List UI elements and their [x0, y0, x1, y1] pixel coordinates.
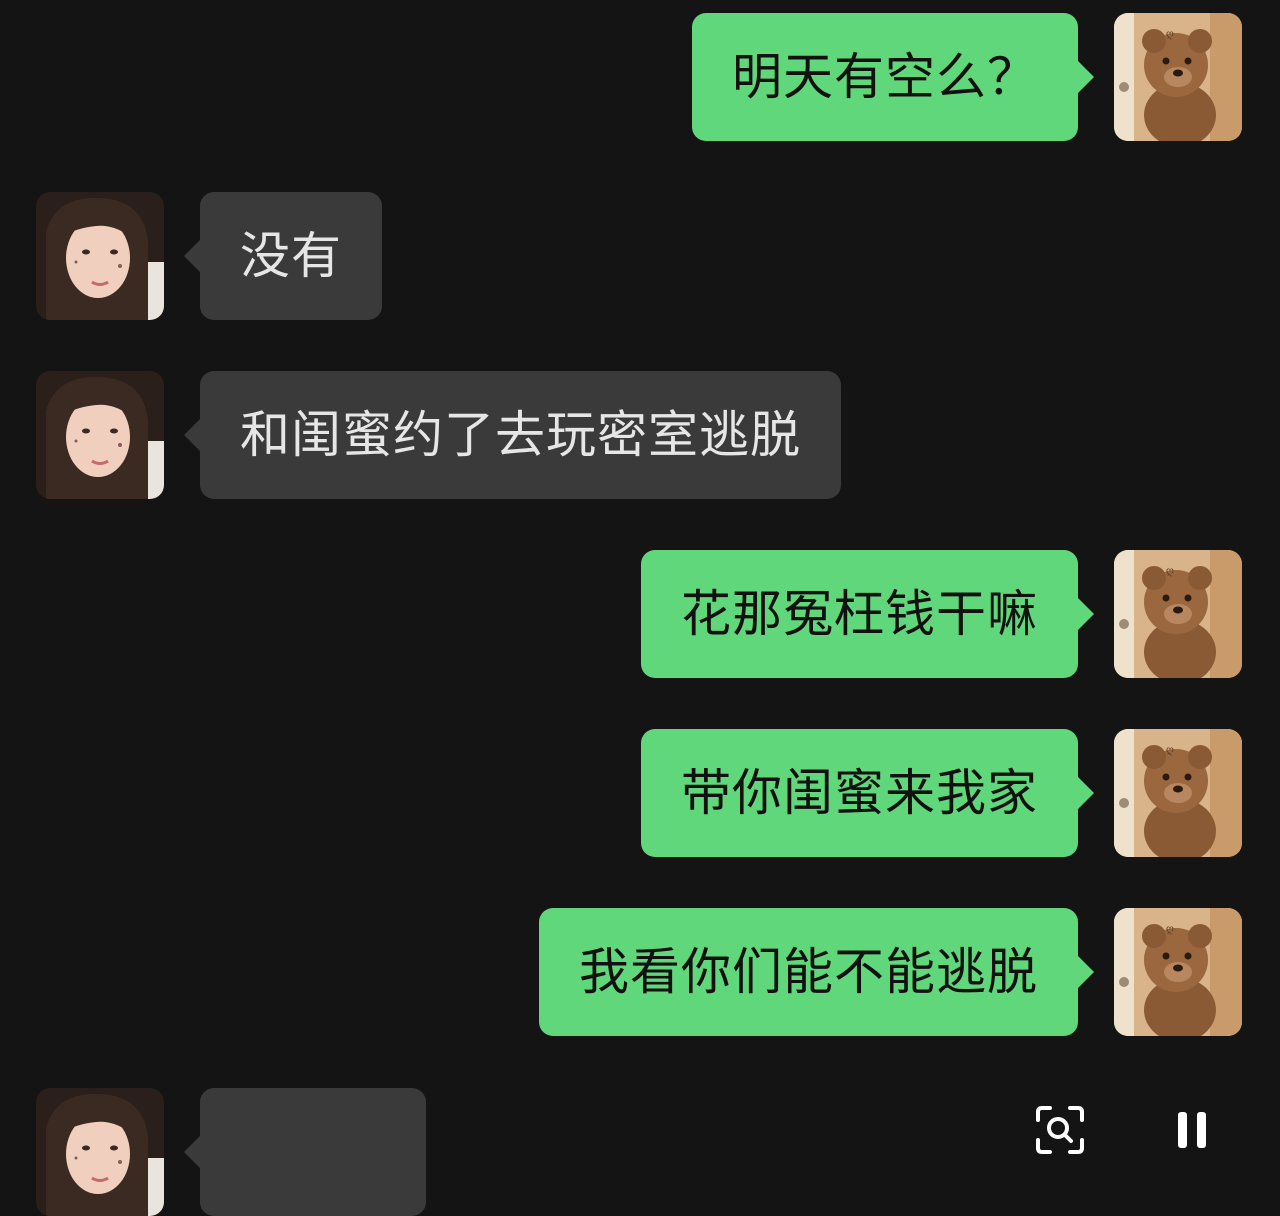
message-bubble-sent[interactable]: 我看你们能不能逃脱	[539, 908, 1094, 1036]
message-bubble-received[interactable]: 和闺蜜约了去玩密室逃脱	[184, 371, 841, 499]
message-row-received: 和闺蜜约了去玩密室逃脱	[0, 371, 1280, 499]
girl-avatar[interactable]	[36, 371, 164, 499]
visual-search-icon[interactable]	[1034, 1104, 1086, 1156]
message-row-sent: 明天有空么？	[0, 13, 1280, 141]
message-bubble-sent[interactable]: 带你闺蜜来我家	[641, 729, 1094, 857]
teddy-bear-avatar[interactable]	[1114, 13, 1242, 141]
message-row-received: 没有	[0, 192, 1280, 320]
teddy-bear-avatar[interactable]	[1114, 908, 1242, 1036]
girl-avatar[interactable]	[36, 192, 164, 320]
message-row-sent: 我看你们能不能逃脱	[0, 908, 1280, 1036]
teddy-bear-avatar[interactable]	[1114, 550, 1242, 678]
message-row-sent: 花那冤枉钱干嘛	[0, 550, 1280, 678]
pause-icon[interactable]	[1166, 1104, 1218, 1156]
message-row-sent: 带你闺蜜来我家	[0, 729, 1280, 857]
message-bubble-received[interactable]: 没有	[184, 192, 382, 320]
message-bubble-sent[interactable]: 花那冤枉钱干嘛	[641, 550, 1094, 678]
chat-area[interactable]: 明天有空么？ 没有 和闺蜜约了去玩密室逃脱 花那冤枉钱干嘛 带你闺蜜来我家 我看…	[0, 0, 1280, 1216]
message-row-received	[0, 1088, 1280, 1216]
message-bubble-received[interactable]	[184, 1088, 426, 1216]
girl-avatar[interactable]	[36, 1088, 164, 1216]
teddy-bear-avatar[interactable]	[1114, 729, 1242, 857]
message-bubble-sent[interactable]: 明天有空么？	[692, 13, 1094, 141]
